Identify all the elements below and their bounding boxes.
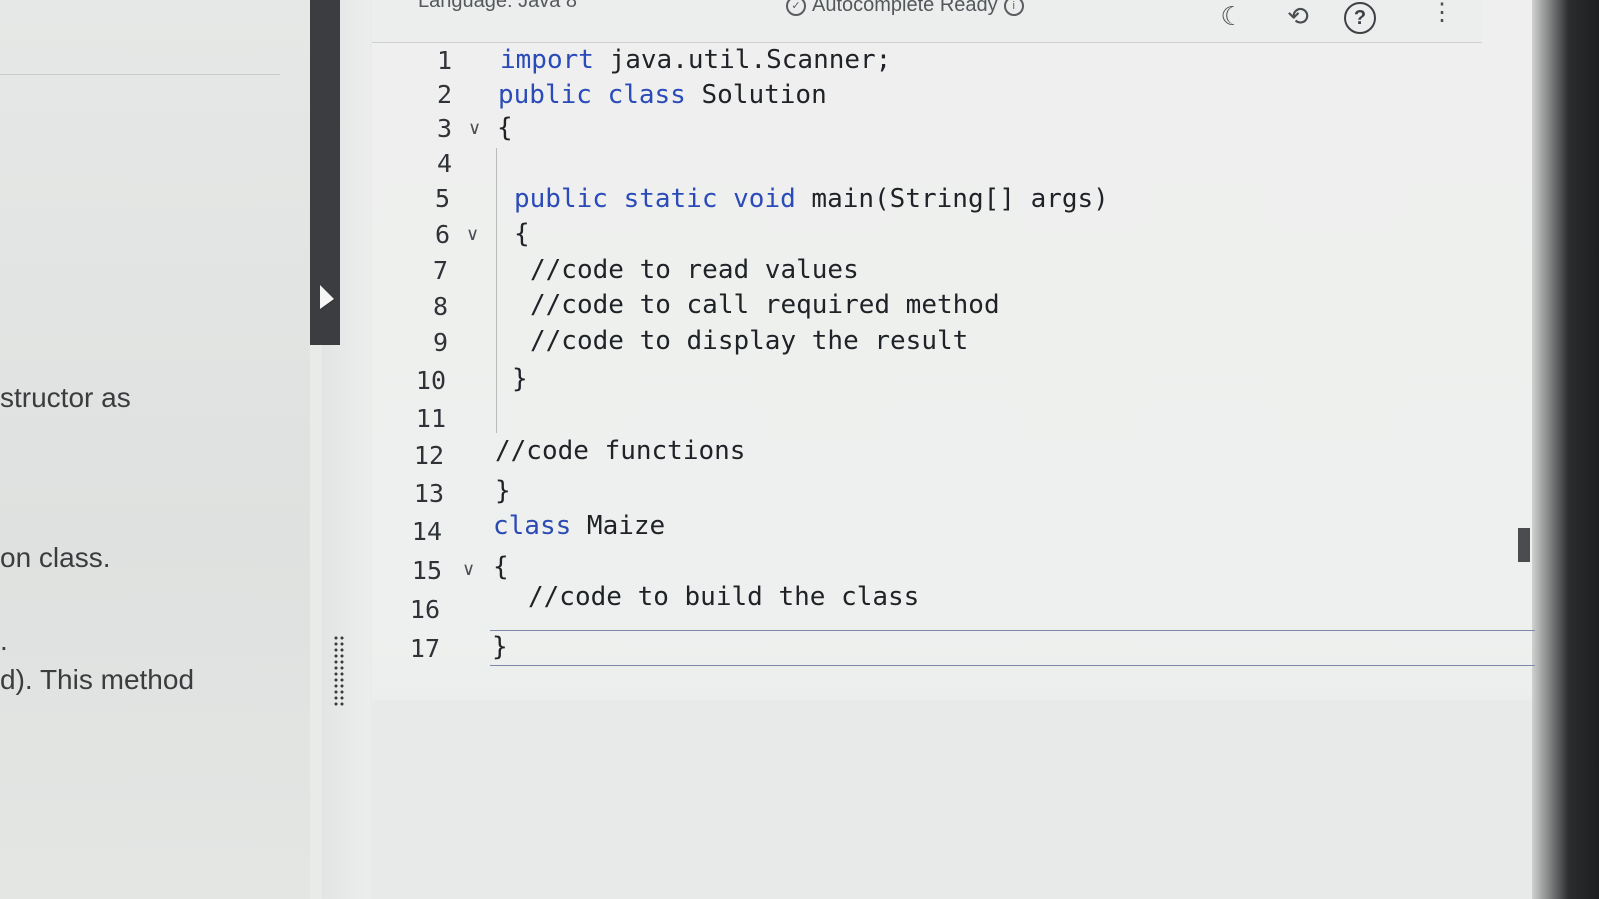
fold-chevron-icon[interactable]: ∨ (466, 224, 479, 245)
editor-scrollbar-thumb[interactable] (1518, 528, 1530, 562)
code-text: { (493, 552, 509, 582)
line-number: 13 (413, 479, 444, 508)
problem-statement-panel: structor as on class. . d). This method (0, 0, 310, 899)
line-number: 15 (411, 556, 442, 585)
problem-text-fragment-3: . (0, 625, 8, 656)
code-text: { (514, 219, 530, 249)
current-line-highlight (490, 630, 1535, 666)
line-number: 1 (436, 46, 452, 75)
history-icon[interactable]: ⟲ (1284, 2, 1312, 30)
theme-moon-icon[interactable]: ☾ (1218, 2, 1246, 30)
code-line-15[interactable]: { (493, 552, 509, 582)
autocomplete-label: Autocomplete Ready (812, 0, 998, 16)
code-text: Maize (571, 511, 666, 541)
line-number: 11 (415, 404, 446, 433)
code-line-3[interactable]: { (497, 113, 513, 143)
line-number: 17 (409, 634, 440, 663)
code-text: } (495, 476, 511, 506)
code-line-16[interactable]: //code to build the class (528, 582, 919, 612)
code-comment: //code to display the result (530, 326, 969, 356)
line-number: 4 (436, 149, 452, 178)
code-comment: //code functions (495, 436, 746, 466)
line-number: 2 (436, 80, 452, 109)
code-text: java.util.Scanner; (593, 45, 892, 75)
keyword: public static void (514, 184, 796, 214)
line-number: 10 (415, 366, 446, 395)
more-options-icon[interactable]: ⋮ (1430, 1, 1454, 25)
language-selector[interactable]: Language: Java 8 (418, 0, 577, 13)
code-text: main(String[] args) (795, 184, 1109, 214)
autocomplete-status: ✓ Autocomplete Ready i (786, 0, 1024, 17)
editor-empty-area[interactable] (372, 700, 1532, 899)
code-line-8[interactable]: //code to call required method (530, 290, 1000, 320)
code-text: Solution (685, 80, 827, 110)
code-line-10[interactable]: } (512, 364, 528, 394)
line-number: 12 (413, 441, 444, 470)
indent-guide (496, 148, 497, 433)
splitter-drag-handle-icon[interactable] (333, 635, 345, 707)
line-number: 7 (432, 256, 448, 285)
line-number: 8 (432, 292, 448, 321)
fold-chevron-icon[interactable]: ∨ (468, 118, 481, 139)
divider (0, 74, 280, 75)
code-line-6[interactable]: { (514, 219, 530, 249)
code-line-17[interactable]: } (492, 632, 508, 662)
code-text: { (497, 113, 513, 143)
fold-chevron-icon[interactable]: ∨ (462, 559, 475, 580)
keyword: public class (498, 80, 686, 110)
help-icon[interactable]: ? (1344, 2, 1376, 34)
keyword: class (493, 511, 572, 541)
code-comment: //code to build the class (528, 582, 920, 612)
info-icon[interactable]: i (1003, 0, 1024, 16)
keyword: import (500, 45, 594, 75)
code-text: } (492, 632, 508, 662)
code-line-7[interactable]: //code to read values (530, 255, 859, 285)
code-line-12[interactable]: //code functions (495, 436, 745, 466)
code-line-9[interactable]: //code to display the result (530, 326, 968, 356)
code-line-2[interactable]: public class Solution (498, 80, 827, 110)
code-line-5[interactable]: public static void main(String[] args) (514, 184, 1109, 214)
check-circle-icon: ✓ (786, 0, 806, 16)
code-comment: //code to call required method (530, 290, 1000, 320)
problem-text-fragment-1: structor as (0, 382, 131, 413)
mouse-pointer-icon (320, 285, 334, 309)
code-line-14[interactable]: class Maize (493, 511, 665, 541)
line-number: 14 (411, 517, 442, 546)
code-text: } (512, 364, 528, 394)
code-line-13[interactable]: } (495, 476, 511, 506)
code-comment: //code to read values (530, 255, 859, 285)
screen-edge (1532, 0, 1599, 899)
line-number: 3 (436, 114, 452, 143)
code-line-1[interactable]: import java.util.Scanner; (500, 45, 891, 75)
problem-text-fragment-4: d). This method (0, 664, 195, 695)
line-number: 9 (432, 328, 448, 357)
problem-text-fragment-2: on class. (0, 542, 111, 573)
line-number: 16 (409, 595, 440, 624)
line-number: 5 (434, 184, 450, 213)
line-number: 6 (434, 220, 450, 249)
